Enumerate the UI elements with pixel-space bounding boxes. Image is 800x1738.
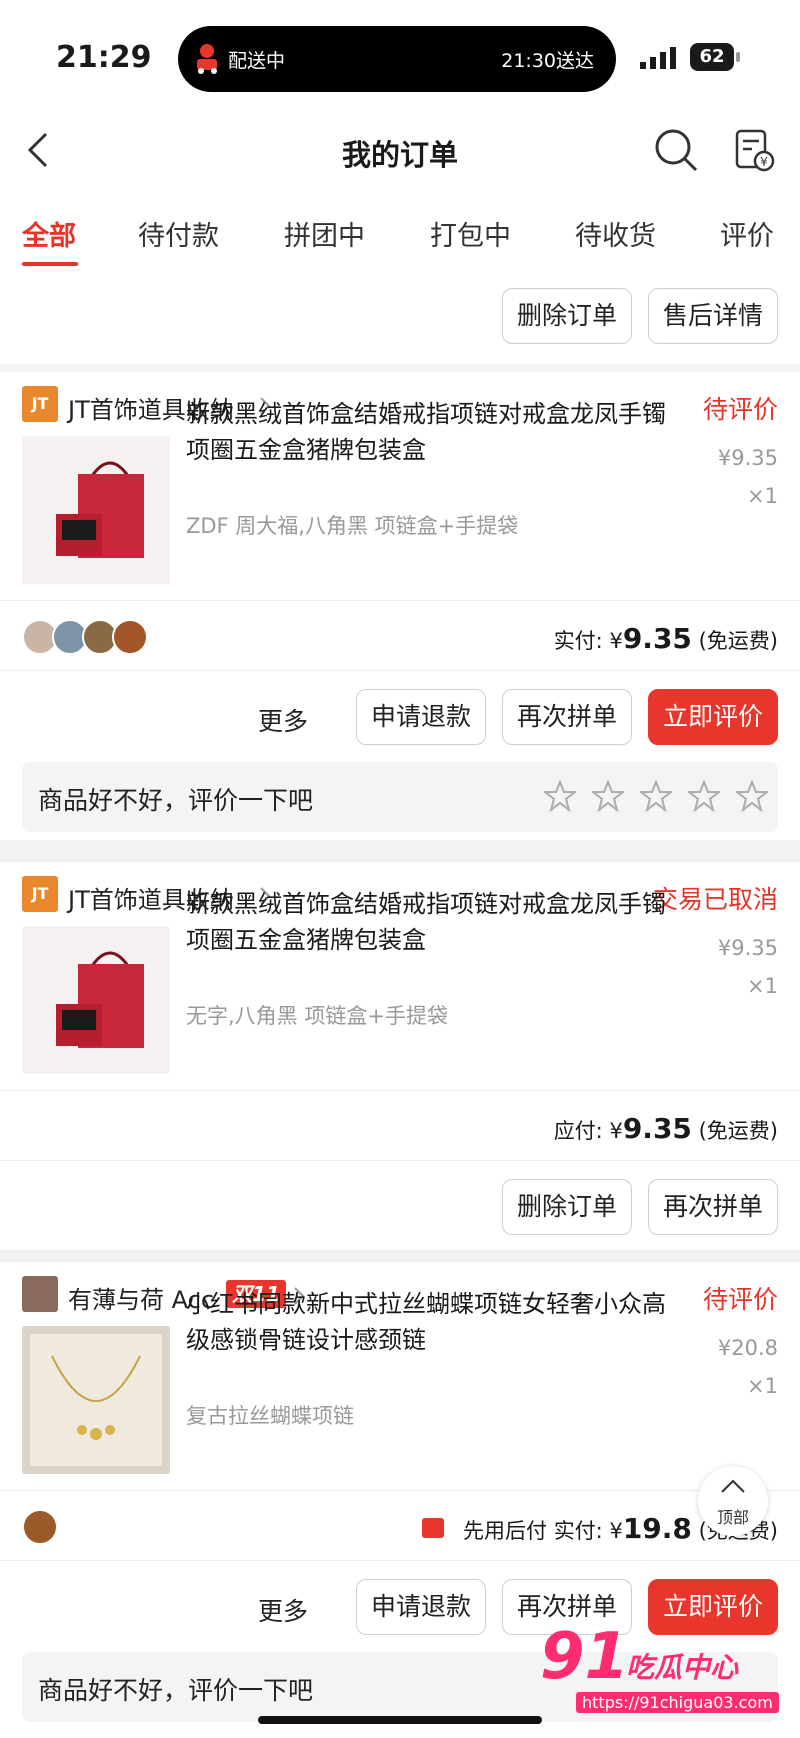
product-price: ¥9.35 [717,446,778,470]
product-name[interactable]: 新款黑绒首饰盒结婚戒指项链对戒盒龙凤手镯项圈五金盒猪牌包装盒 [186,886,676,958]
star-icon[interactable] [640,780,672,812]
active-tab-indicator [22,262,78,266]
quick-rate-box[interactable]: 商品好不好，评价一下吧 [22,762,778,832]
product-name[interactable]: 新款黑绒首饰盒结婚戒指项链对戒盒龙凤手镯项圈五金盒猪牌包装盒 [186,396,676,468]
group-avatars [22,1509,62,1545]
paid-amount: 实付: ¥9.35 (免运费) [553,622,778,655]
product-qty: ×1 [747,484,778,508]
tab-review[interactable]: 评价 [720,214,774,253]
product-price: ¥20.8 [717,1336,778,1360]
payable-amount: 应付: ¥9.35 (免运费) [553,1112,778,1145]
delivery-icon [197,44,217,74]
back-to-top-button[interactable]: 顶部 [698,1466,768,1536]
product-name[interactable]: 小红书同款新中式拉丝蝴蝶项链女轻奢小众高级感锁骨链设计感颈链 [186,1286,676,1358]
battery-icon: 62 [690,43,740,71]
rebuy-button[interactable]: 再次拼单 [648,1179,778,1235]
search-icon[interactable] [654,128,698,172]
receipt-icon[interactable]: ¥ [734,128,776,174]
avatar [22,1509,58,1545]
product-spec: ZDF 周大福,八角黑 项链盒+手提袋 [186,514,519,538]
star-icon[interactable] [736,780,768,812]
back-to-top-label: 顶部 [716,1508,749,1527]
product-spec: 无字,八角黑 项链盒+手提袋 [186,1004,448,1028]
group-avatars [22,619,152,655]
bnpl-icon [422,1518,444,1538]
product-image[interactable] [22,436,170,584]
tab-unpaid[interactable]: 待付款 [138,214,219,253]
refund-button[interactable]: 申请退款 [356,1579,486,1635]
chevron-up-icon [721,1479,745,1493]
home-indicator [258,1716,542,1724]
rebuy-button[interactable]: 再次拼单 [502,689,632,745]
signal-icon [640,47,676,69]
product-qty: ×1 [747,1374,778,1398]
order-status: 待评价 [702,1285,778,1314]
order-status: 待评价 [702,395,778,424]
shop-logo: JT [22,876,58,912]
battery-level: 62 [690,43,734,71]
product-image[interactable] [22,1326,170,1474]
rate-prompt: 商品好不好，评价一下吧 [38,1676,314,1705]
bnpl-label: 先用后付 [463,1519,547,1543]
after-sales-button[interactable]: 售后详情 [648,288,778,344]
more-button[interactable]: 更多 [258,1592,308,1628]
more-button[interactable]: 更多 [258,702,308,738]
tab-to-receive[interactable]: 待收货 [575,214,656,253]
order-card: JT JT首饰道具收纳 待评价 新款黑绒首饰盒结婚戒指项链对戒盒龙凤手镯项圈五金… [0,372,800,840]
order-tabs: 全部 待付款 拼团中 打包中 待收货 评价 [0,190,800,272]
refund-button[interactable]: 申请退款 [356,689,486,745]
order-card: JT JT首饰道具收纳 交易已取消 新款黑绒首饰盒结婚戒指项链对戒盒龙凤手镯项圈… [0,862,800,1250]
review-button[interactable]: 立即评价 [648,689,778,745]
star-icon[interactable] [688,780,720,812]
tab-packing[interactable]: 打包中 [430,214,511,253]
shop-logo: JT [22,386,58,422]
product-qty: ×1 [747,974,778,998]
tab-all[interactable]: 全部 [22,214,76,253]
product-spec: 复古拉丝蝴蝶项链 [186,1404,354,1428]
watermark-logo: 91 吃瓜中心 https://91chigua03.com [540,1620,779,1720]
island-eta: 21:30送达 [501,50,594,72]
star-icon[interactable] [544,780,576,812]
status-bar: 21:29 配送中 21:30送达 62 [0,0,800,110]
nav-header: 我的订单 ¥ [0,110,800,190]
tab-group-buying[interactable]: 拼团中 [284,214,365,253]
prev-order-actions: 删除订单 售后详情 [0,272,800,364]
clock: 21:29 [56,40,152,75]
delete-order-button[interactable]: 删除订单 [502,1179,632,1235]
dynamic-island[interactable]: 配送中 21:30送达 [178,26,616,92]
avatar [112,619,148,655]
product-price: ¥9.35 [717,936,778,960]
product-image[interactable] [22,926,170,1074]
star-icon[interactable] [592,780,624,812]
rate-prompt: 商品好不好，评价一下吧 [38,786,314,815]
delete-order-button[interactable]: 删除订单 [502,288,632,344]
svg-text:¥: ¥ [760,155,768,169]
shop-avatar [22,1276,58,1312]
island-label: 配送中 [228,50,286,72]
